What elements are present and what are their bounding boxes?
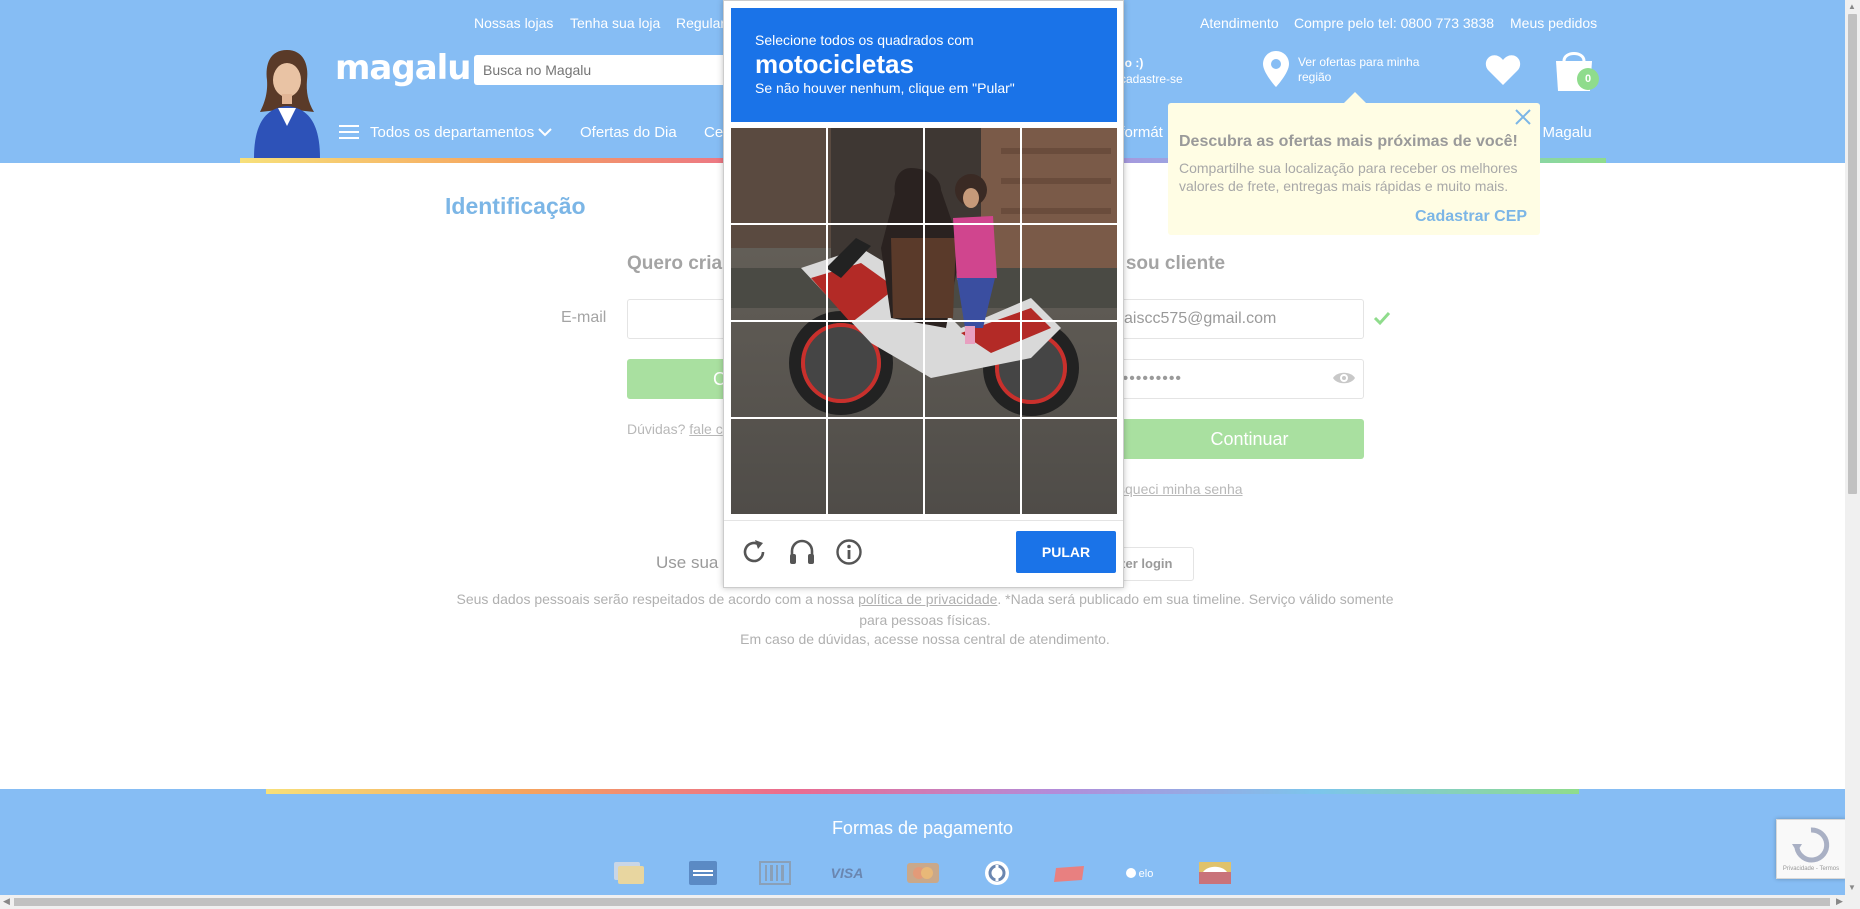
privacy-notice: Seus dados pessoais serão respeitados de… <box>445 589 1405 631</box>
new-customer-title: Quero criar <box>627 253 730 274</box>
location-pin-icon[interactable] <box>1262 50 1290 88</box>
check-icon <box>1373 311 1391 326</box>
cart-count-badge: 0 <box>1577 68 1599 90</box>
hipercard-icon <box>1054 866 1084 882</box>
email-label: E-mail <box>561 309 607 326</box>
tenha-sua-loja-link[interactable]: Tenha sua loja <box>570 15 660 31</box>
captcha-tile[interactable] <box>1022 128 1118 224</box>
grid-divider <box>731 320 1117 322</box>
atendimento-link[interactable]: Atendimento <box>1200 15 1279 31</box>
social-login-text: Use sua r <box>656 553 729 572</box>
doubts-text: Dúvidas? fale c <box>627 421 723 437</box>
privacy-policy-link[interactable]: política de privacidade <box>858 591 997 607</box>
heart-icon[interactable] <box>1485 54 1521 86</box>
horizontal-scrollbar-thumb[interactable] <box>14 898 1830 906</box>
captcha-tile[interactable] <box>731 225 827 321</box>
captcha-tile[interactable] <box>925 322 1021 418</box>
captcha-tile[interactable] <box>828 128 924 224</box>
captcha-tile[interactable] <box>731 419 827 515</box>
mastercard-icon <box>907 863 939 883</box>
captcha-instruction: Selecione todos os quadrados com <box>755 32 974 48</box>
close-icon[interactable] <box>1514 108 1532 126</box>
vertical-scrollbar-thumb[interactable] <box>1848 14 1857 494</box>
chevron-down-icon[interactable] <box>538 127 552 137</box>
location-offers-text[interactable]: Ver ofertas para minha região <box>1298 55 1438 85</box>
nav-ofertas-do-dia[interactable]: Ofertas do Dia <box>580 124 677 141</box>
captcha-skip-button[interactable]: PULAR <box>1016 531 1116 573</box>
magalu-logo[interactable]: magalu <box>335 48 472 88</box>
recaptcha-icon[interactable] <box>1792 826 1830 864</box>
grid-divider <box>731 417 1117 419</box>
cep-popup-title: Descubra as ofertas mais próximas de voc… <box>1179 133 1518 150</box>
aura-icon <box>1199 862 1231 884</box>
captcha-tile[interactable] <box>925 225 1021 321</box>
scroll-left-arrow-icon[interactable]: ◀ <box>3 896 10 907</box>
captcha-hint: Se não houver nenhum, clique em "Pular" <box>755 80 1015 96</box>
amex-icon <box>689 861 717 885</box>
existing-client-title: á sou cliente <box>1110 253 1226 274</box>
captcha-tile[interactable] <box>828 322 924 418</box>
visa-label: VISA <box>831 865 864 881</box>
magalu-card-icon <box>614 862 644 884</box>
all-departments-menu[interactable]: Todos os departamentos <box>370 124 534 141</box>
doubts-prefix: Dúvidas? <box>627 421 690 437</box>
captcha-target-object: motocicletas <box>755 49 914 79</box>
grid-divider <box>731 223 1117 225</box>
reload-icon[interactable] <box>739 537 769 567</box>
scroll-right-arrow-icon[interactable]: ▶ <box>1836 896 1843 907</box>
hamburger-menu-icon[interactable] <box>339 125 359 139</box>
payment-methods-title: Formas de pagamento <box>831 818 1014 838</box>
elo-icon: elo <box>1126 868 1154 880</box>
diners-icon <box>985 861 1009 885</box>
boleto-icon <box>759 861 791 885</box>
captcha-tile[interactable] <box>828 225 924 321</box>
captcha-tile[interactable] <box>1022 225 1118 321</box>
captcha-tile[interactable] <box>1022 419 1118 515</box>
page-title: Identificação <box>445 193 586 219</box>
captcha-tile[interactable] <box>828 419 924 515</box>
client-email-input[interactable]: aiscc575@gmail.com <box>1095 299 1364 339</box>
captcha-tile[interactable] <box>731 128 827 224</box>
phone-order-link[interactable]: Compre pelo tel: 0800 773 3838 <box>1294 15 1494 31</box>
captcha-tile[interactable] <box>925 128 1021 224</box>
contact-link[interactable]: fale c <box>689 421 722 437</box>
meus-pedidos-link[interactable]: Meus pedidos <box>1510 15 1597 31</box>
nav-ce[interactable]: Ce <box>704 124 723 141</box>
footer-rainbow-divider <box>266 789 1579 794</box>
register-cep-link[interactable]: Cadastrar CEP <box>1415 208 1527 226</box>
captcha-image-grid <box>731 128 1117 514</box>
forgot-password-link[interactable]: squeci minha senha <box>1118 481 1243 497</box>
captcha-tile[interactable] <box>731 322 827 418</box>
recaptcha-terms[interactable]: Privacidade - Termos <box>1778 866 1844 872</box>
captcha-tile[interactable] <box>925 419 1021 515</box>
captcha-header: Selecione todos os quadrados com motocic… <box>731 8 1117 122</box>
client-password-input[interactable]: •••••••••• <box>1095 359 1364 399</box>
privacy-prefix: Seus dados pessoais serão respeitados de… <box>456 591 859 607</box>
scroll-up-arrow-icon[interactable]: ▲ <box>1848 2 1856 11</box>
help-center-text: Em caso de dúvidas, acesse nossa central… <box>740 631 1110 647</box>
lu-avatar-image <box>254 50 320 158</box>
search-input[interactable] <box>474 55 734 85</box>
show-password-eye-icon[interactable] <box>1332 368 1356 388</box>
scroll-down-arrow-icon[interactable]: ▼ <box>1848 883 1856 892</box>
client-continue-button[interactable]: Continuar <box>1095 419 1364 459</box>
captcha-footer-divider <box>724 520 1123 521</box>
regular-link[interactable]: Regular <box>676 15 725 31</box>
info-icon[interactable] <box>834 537 864 567</box>
visa-icon: VISA <box>831 865 864 881</box>
cep-popup-description: Compartilhe sua localização para receber… <box>1179 160 1518 194</box>
headphones-audio-icon[interactable] <box>787 537 817 567</box>
nossas-lojas-link[interactable]: Nossas lojas <box>474 15 553 31</box>
captcha-tile[interactable] <box>1022 322 1118 418</box>
elo-label: elo <box>1139 868 1154 880</box>
